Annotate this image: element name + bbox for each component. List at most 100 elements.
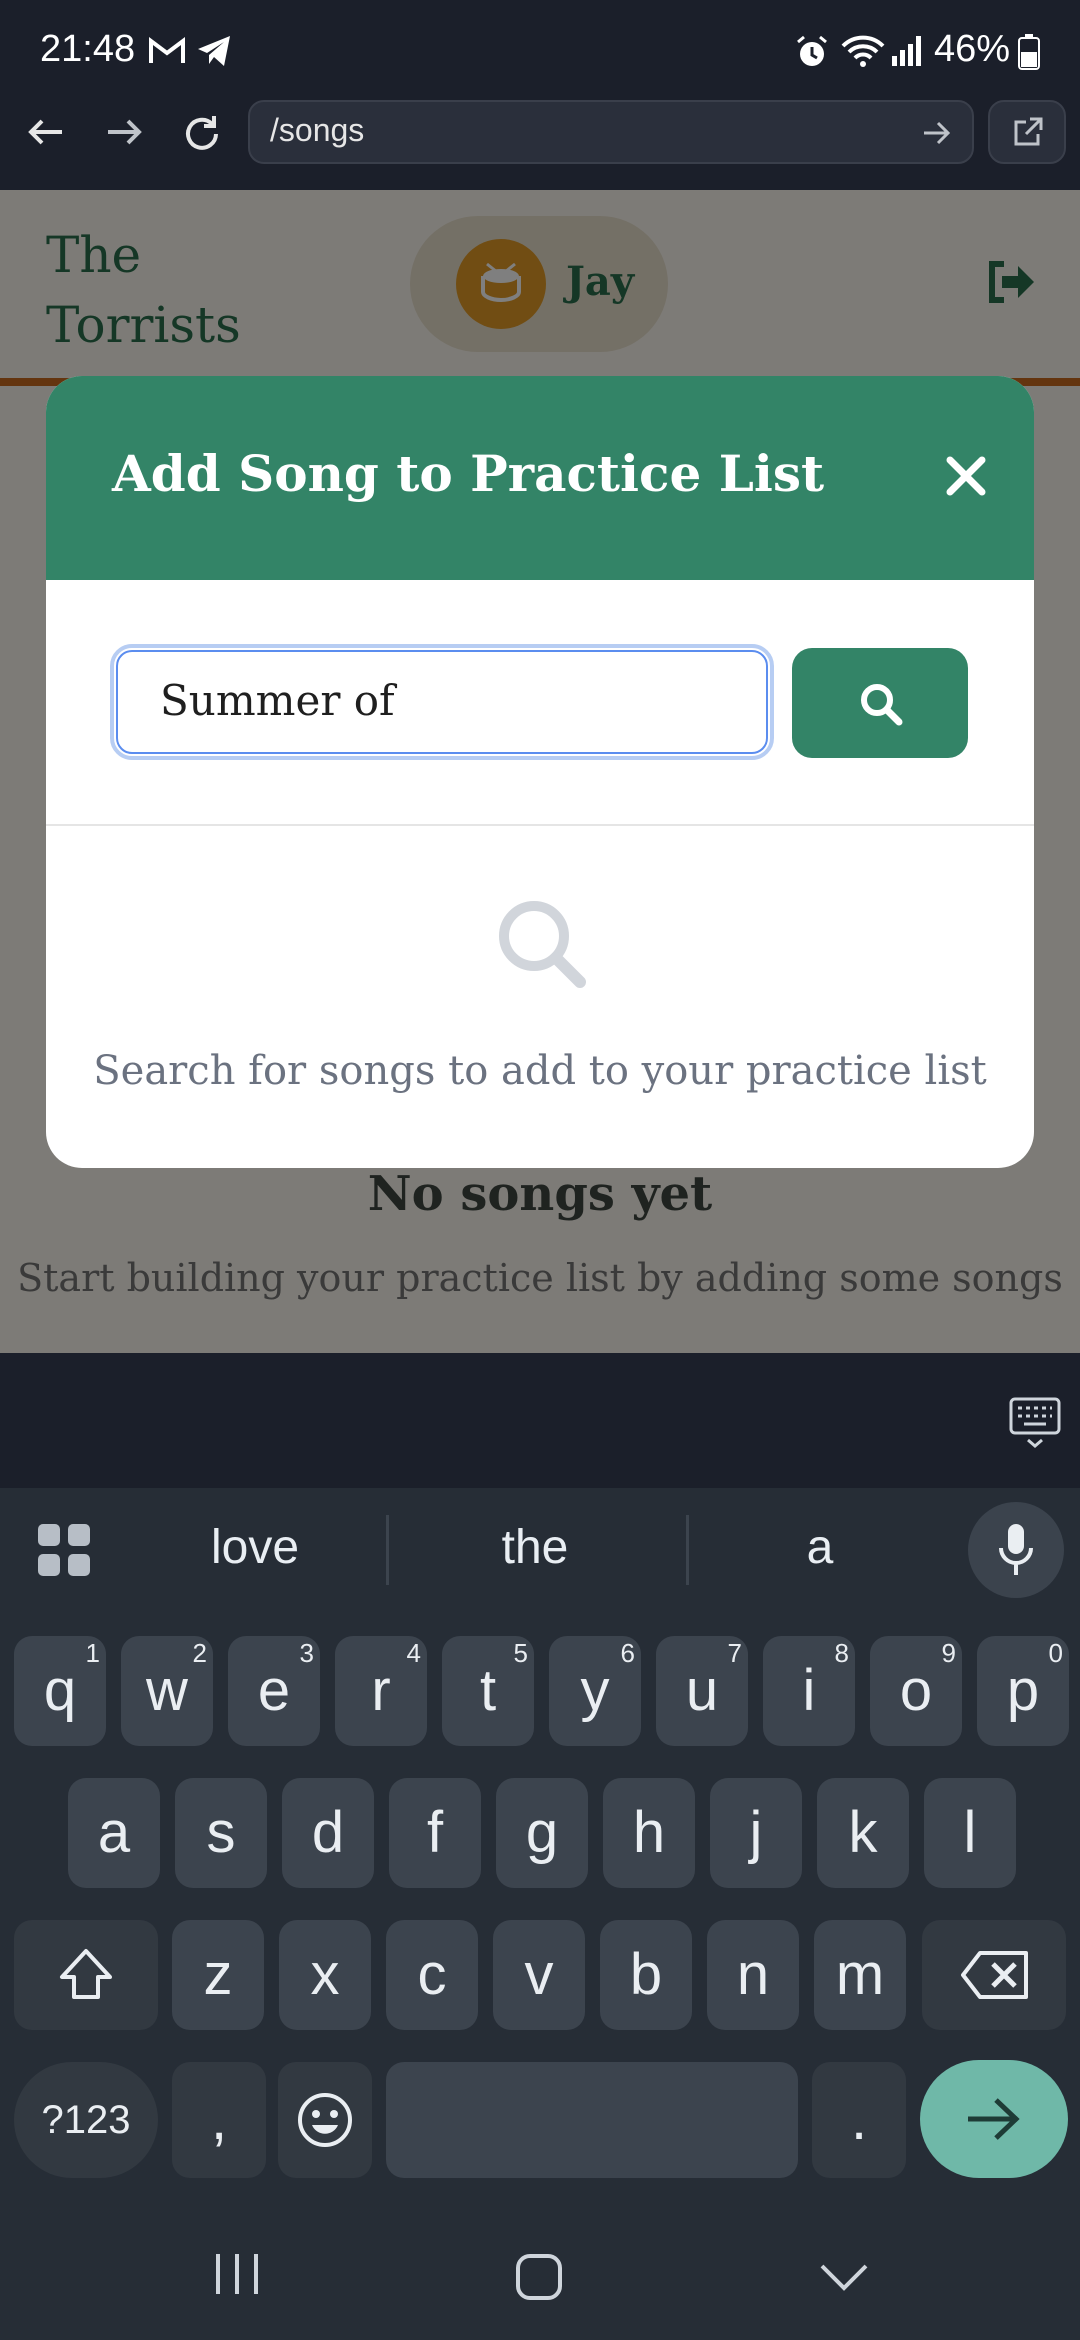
key-f[interactable]: f (389, 1778, 481, 1888)
key-v[interactable]: v (493, 1920, 585, 2030)
key-label: e (257, 1658, 291, 1723)
key-q[interactable]: q1 (14, 1636, 106, 1746)
key-hint: 6 (620, 1638, 635, 1668)
key-label: d (311, 1800, 345, 1865)
key-label: c (417, 1942, 447, 2007)
key-u[interactable]: u7 (656, 1636, 748, 1746)
key-a[interactable]: a (68, 1778, 160, 1888)
key-hint: 4 (406, 1638, 421, 1668)
close-icon[interactable] (926, 436, 1006, 516)
suggestion-1[interactable]: love (140, 1520, 370, 1575)
url-text[interactable]: /songs (270, 112, 364, 149)
battery-percent: 46% (934, 28, 1011, 70)
recent-apps-icon[interactable] (212, 2252, 262, 2296)
key-g[interactable]: g (496, 1778, 588, 1888)
key-hint: 8 (834, 1638, 849, 1668)
shift-icon (60, 1949, 112, 1999)
key-i[interactable]: i8 (763, 1636, 855, 1746)
emoji-key[interactable] (278, 2062, 372, 2178)
go-icon[interactable] (922, 120, 952, 146)
key-k[interactable]: k (817, 1778, 909, 1888)
battery-icon (1018, 34, 1040, 70)
key-m[interactable]: m (814, 1920, 906, 2030)
reload-icon[interactable] (180, 112, 224, 156)
enter-key[interactable] (920, 2060, 1068, 2178)
key-c[interactable]: c (386, 1920, 478, 2030)
key-label: f (426, 1800, 444, 1865)
suggestion-3[interactable]: a (705, 1520, 935, 1575)
key-label: x (310, 1942, 340, 2007)
comma-key[interactable]: , (172, 2062, 266, 2178)
key-w[interactable]: w2 (121, 1636, 213, 1746)
key-z[interactable]: z (172, 1920, 264, 2030)
gmail-icon (149, 37, 185, 63)
key-x[interactable]: x (279, 1920, 371, 2030)
status-time: 21:48 (40, 28, 136, 70)
key-hint: 0 (1048, 1638, 1063, 1668)
signal-icon (892, 36, 921, 66)
key-b[interactable]: b (600, 1920, 692, 2030)
key-label: k (848, 1800, 878, 1865)
key-label: s (206, 1800, 236, 1865)
apps-grid-icon[interactable] (36, 1522, 92, 1578)
add-song-modal: Add Song to Practice List Summer of Sear… (46, 376, 1034, 1168)
mic-icon (999, 1524, 1033, 1575)
key-label: o (899, 1658, 933, 1723)
key-hint: 2 (192, 1638, 207, 1668)
key-label: j (749, 1800, 763, 1865)
key-label: g (525, 1800, 559, 1865)
search-icon (499, 901, 586, 988)
key-h[interactable]: h (603, 1778, 695, 1888)
keyboard-hide-icon[interactable] (1008, 1396, 1062, 1450)
key-label: z (203, 1942, 233, 2007)
key-l[interactable]: l (924, 1778, 1016, 1888)
suggestion-divider (686, 1515, 689, 1585)
home-icon[interactable] (514, 2252, 564, 2302)
key-hint: 9 (941, 1638, 956, 1668)
suggestion-divider (386, 1515, 389, 1585)
wifi-icon (841, 35, 885, 67)
key-label: i (802, 1658, 816, 1723)
space-key[interactable] (386, 2062, 798, 2178)
key-label: n (736, 1942, 770, 2007)
key-label: m (835, 1942, 885, 2007)
key-p[interactable]: p0 (977, 1636, 1069, 1746)
back-icon[interactable] (26, 116, 66, 148)
search-icon (861, 684, 903, 726)
chevron-down-icon[interactable] (818, 2260, 870, 2294)
telegram-icon (198, 36, 230, 66)
period-key[interactable]: . (812, 2062, 906, 2178)
empty-state-subtitle: Start building your practice list by add… (17, 1256, 1063, 1300)
key-label: h (632, 1800, 666, 1865)
modal-divider (46, 824, 1034, 826)
modal-header: Add Song to Practice List (46, 376, 1034, 580)
empty-state-title: No songs yet (367, 1166, 713, 1222)
backspace-key[interactable] (922, 1920, 1066, 2030)
song-search-value[interactable]: Summer of (160, 676, 395, 725)
status-bar: 21:48 46% (0, 0, 1080, 100)
key-label: v (524, 1942, 554, 2007)
key-r[interactable]: r4 (335, 1636, 427, 1746)
key-e[interactable]: e3 (228, 1636, 320, 1746)
key-d[interactable]: d (282, 1778, 374, 1888)
voice-input-button[interactable] (968, 1502, 1064, 1598)
key-j[interactable]: j (710, 1778, 802, 1888)
key-t[interactable]: t5 (442, 1636, 534, 1746)
key-hint: 5 (513, 1638, 528, 1668)
suggestion-2[interactable]: the (420, 1520, 650, 1575)
search-hint: Search for songs to add to your practice… (93, 1048, 987, 1094)
key-label: u (685, 1658, 719, 1723)
backspace-icon (961, 1951, 1028, 1999)
key-o[interactable]: o9 (870, 1636, 962, 1746)
key-y[interactable]: y6 (549, 1636, 641, 1746)
key-hint: 3 (299, 1638, 314, 1668)
shift-key[interactable] (14, 1920, 158, 2030)
search-button[interactable] (792, 648, 968, 758)
key-s[interactable]: s (175, 1778, 267, 1888)
key-label: t (479, 1658, 497, 1723)
symbols-key[interactable]: ?123 (14, 2062, 158, 2178)
key-n[interactable]: n (707, 1920, 799, 2030)
open-external-icon[interactable] (1012, 116, 1044, 148)
key-label: a (97, 1800, 131, 1865)
forward-icon[interactable] (104, 116, 144, 148)
